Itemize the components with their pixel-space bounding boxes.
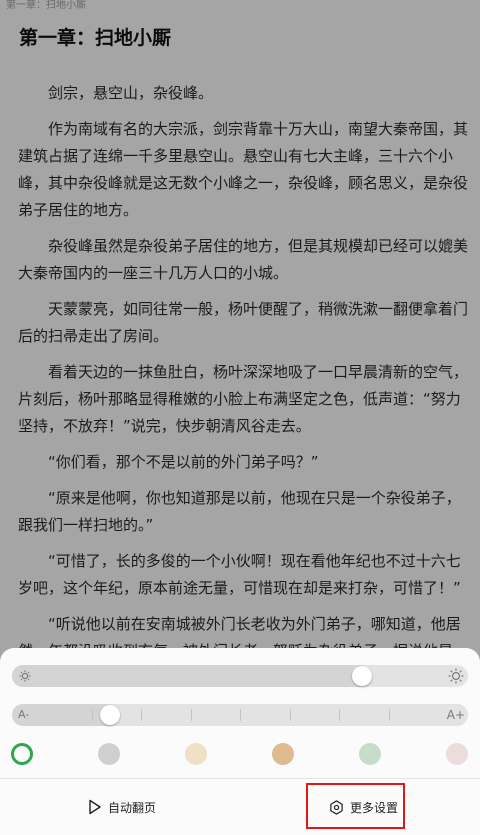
brightness-slider[interactable] bbox=[12, 665, 468, 687]
theme-swatch-parchment[interactable] bbox=[185, 743, 207, 765]
play-icon bbox=[88, 799, 102, 815]
more-settings-highlight bbox=[306, 783, 405, 829]
font-size-tick bbox=[240, 709, 241, 721]
font-size-tick bbox=[92, 709, 93, 721]
auto-page-label: 自动翻页 bbox=[108, 800, 157, 815]
font-size-tick bbox=[191, 709, 192, 721]
sun-small-icon bbox=[18, 667, 32, 691]
font-decrease-label[interactable]: A- bbox=[18, 706, 29, 724]
font-size-tick bbox=[339, 709, 340, 721]
theme-swatch-green[interactable] bbox=[359, 743, 381, 765]
sun-large-icon bbox=[448, 667, 464, 691]
brightness-knob[interactable] bbox=[351, 666, 372, 686]
theme-swatch-tan[interactable] bbox=[272, 743, 294, 765]
font-size-slider[interactable]: A- A+ bbox=[12, 704, 468, 726]
brightness-fill bbox=[12, 665, 372, 687]
panel-divider bbox=[0, 778, 480, 779]
font-size-tick bbox=[290, 709, 291, 721]
font-size-tick bbox=[389, 709, 390, 721]
theme-swatch-default[interactable] bbox=[11, 743, 33, 765]
font-increase-label[interactable]: A+ bbox=[447, 706, 465, 724]
auto-page-button[interactable]: 自动翻页 bbox=[88, 779, 156, 835]
font-size-knob[interactable] bbox=[99, 705, 120, 725]
font-size-tick bbox=[141, 709, 142, 721]
theme-swatch-gray[interactable] bbox=[98, 743, 120, 765]
theme-swatch-pink[interactable] bbox=[446, 743, 468, 765]
